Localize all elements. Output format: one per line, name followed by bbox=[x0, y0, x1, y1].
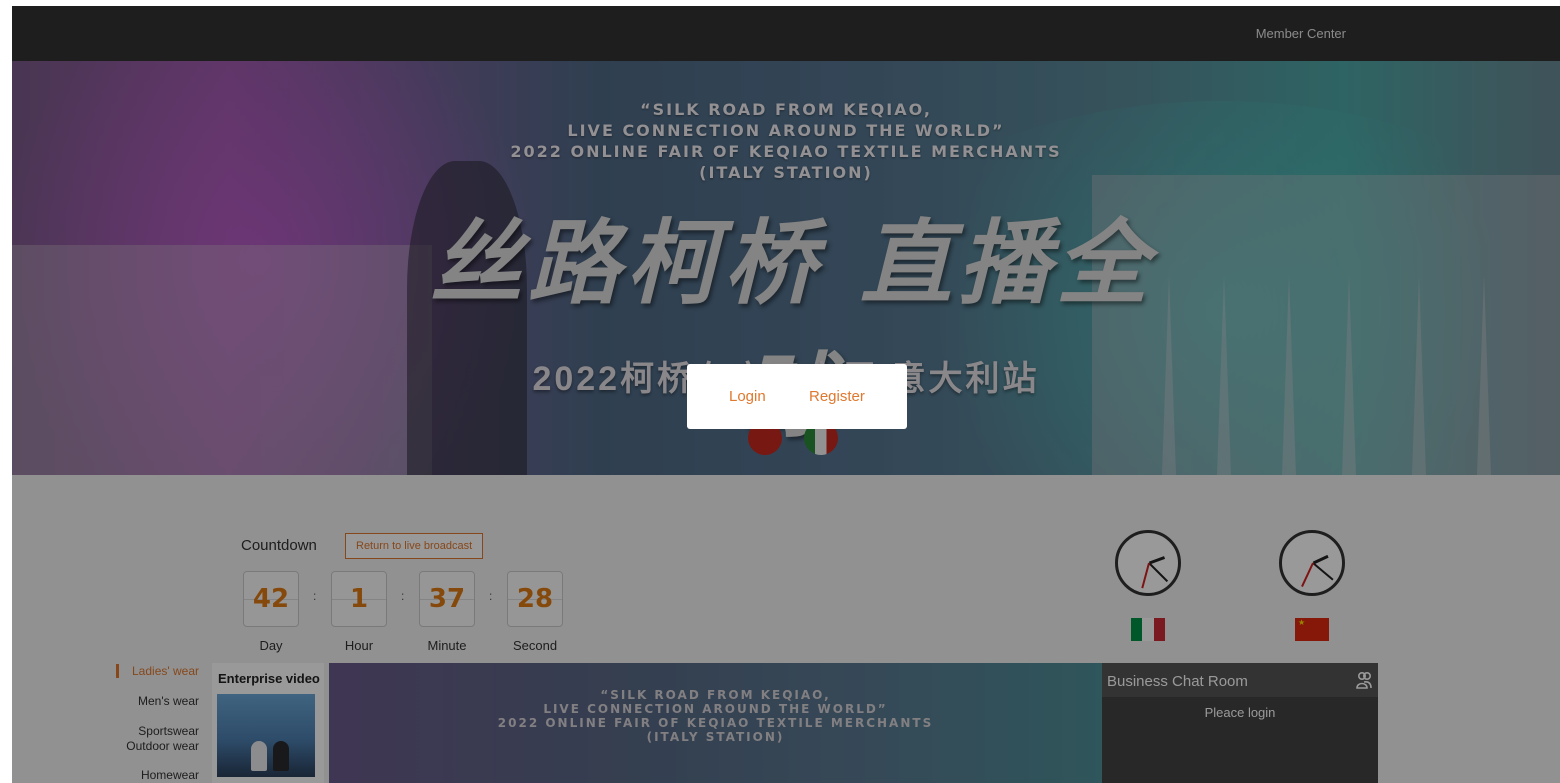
page: Member Center “SILK ROAD FROM KEQIAO, LI… bbox=[12, 6, 1560, 783]
auth-popup: Login Register bbox=[687, 364, 907, 429]
register-link[interactable]: Register bbox=[809, 388, 865, 405]
login-link[interactable]: Login bbox=[729, 388, 766, 405]
